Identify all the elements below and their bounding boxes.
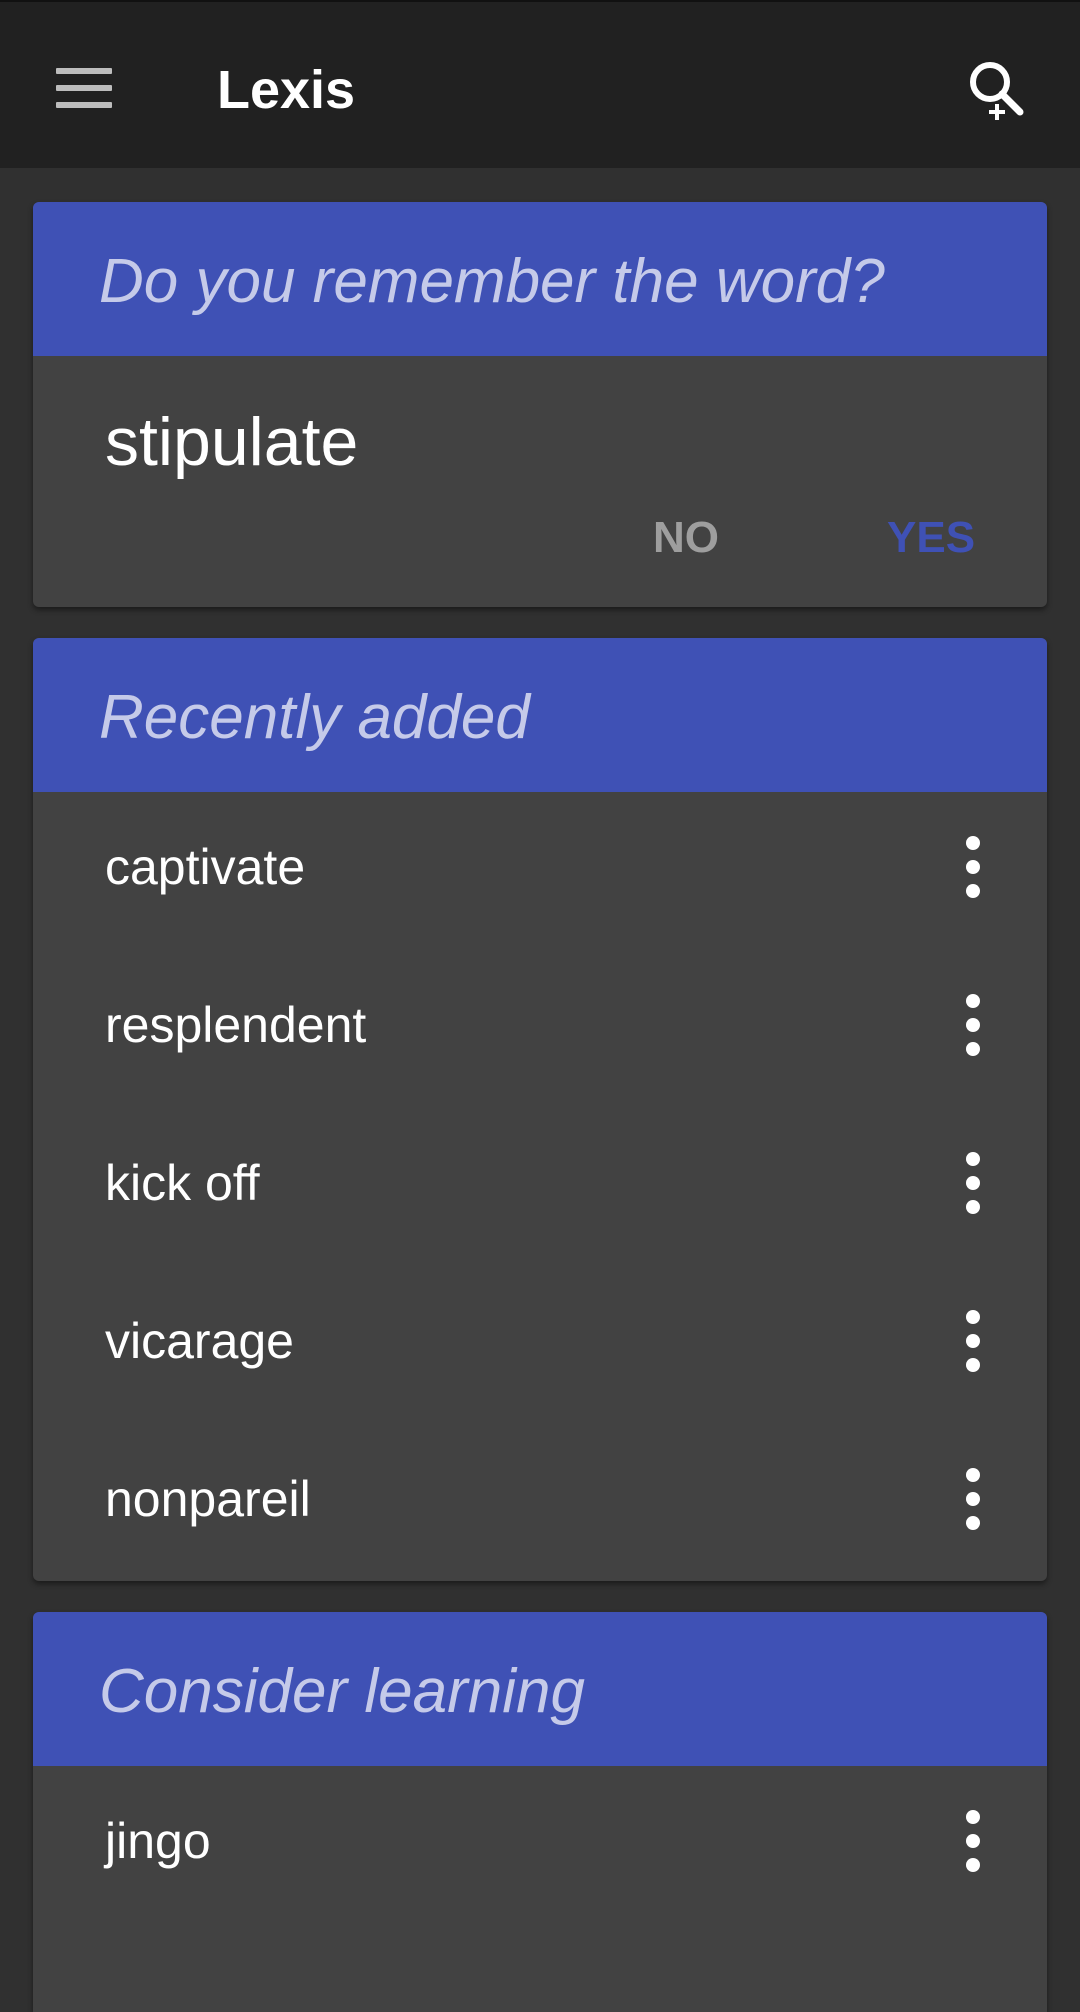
list-item[interactable]: kick off	[33, 1108, 1047, 1266]
more-options-dot	[966, 1358, 980, 1372]
yes-button[interactable]: YES	[887, 502, 975, 574]
app-title: Lexis	[217, 60, 356, 120]
recently-added-title: Recently added	[99, 683, 530, 752]
more-options-dot	[966, 860, 980, 874]
search-add-icon	[970, 62, 1024, 120]
more-options-dot	[966, 1834, 980, 1848]
more-options-dot	[966, 994, 980, 1008]
more-options-dot	[966, 1334, 980, 1348]
more-options-dot	[966, 1200, 980, 1214]
list-item[interactable]: jingo	[33, 1766, 1047, 1924]
menu-bar-line	[56, 102, 112, 108]
review-card-header: Do you remember the word?	[33, 202, 1047, 356]
more-options-dot	[966, 1810, 980, 1824]
review-word: stipulate	[105, 404, 359, 480]
list-item[interactable]: vicarage	[33, 1266, 1047, 1424]
word-label: kick off	[105, 1155, 260, 1211]
review-card-title: Do you remember the word?	[99, 247, 885, 316]
app-bar: Lexis	[0, 0, 1080, 168]
more-options-dot	[966, 1018, 980, 1032]
more-options-dot	[966, 1152, 980, 1166]
word-label: nonpareil	[105, 1471, 311, 1527]
more-options-icon[interactable]	[947, 1806, 999, 1876]
word-label: resplendent	[105, 997, 367, 1053]
list-item[interactable]: nonpareil	[33, 1424, 1047, 1581]
review-card: Do you remember the word? stipulate NO Y…	[33, 202, 1047, 607]
consider-learning-title: Consider learning	[99, 1657, 585, 1726]
menu-button[interactable]	[44, 56, 124, 116]
consider-learning-header: Consider learning	[33, 1612, 1047, 1766]
more-options-icon[interactable]	[947, 1464, 999, 1534]
list-item[interactable]: captivate	[33, 792, 1047, 950]
more-options-dot	[966, 1310, 980, 1324]
more-options-dot	[966, 1858, 980, 1872]
more-options-dot	[966, 1516, 980, 1530]
no-button[interactable]: NO	[653, 502, 719, 574]
list-item[interactable]: resplendent	[33, 950, 1047, 1108]
more-options-dot	[966, 1468, 980, 1482]
recently-added-card: Recently added captivate resplendent kic…	[33, 638, 1047, 1581]
menu-bar-line	[56, 85, 112, 91]
search-add-button[interactable]	[960, 54, 1032, 126]
word-label: vicarage	[105, 1313, 294, 1369]
menu-bar-line	[56, 68, 112, 74]
more-options-icon[interactable]	[947, 832, 999, 902]
more-options-dot	[966, 1176, 980, 1190]
more-options-icon[interactable]	[947, 1148, 999, 1218]
more-options-dot	[966, 836, 980, 850]
more-options-dot	[966, 1492, 980, 1506]
consider-learning-card: Consider learning jingo	[33, 1612, 1047, 2012]
word-label: jingo	[105, 1813, 211, 1869]
recently-added-header: Recently added	[33, 638, 1047, 792]
word-label: captivate	[105, 839, 306, 895]
more-options-icon[interactable]	[947, 990, 999, 1060]
more-options-icon[interactable]	[947, 1306, 999, 1376]
more-options-dot	[966, 884, 980, 898]
more-options-dot	[966, 1042, 980, 1056]
